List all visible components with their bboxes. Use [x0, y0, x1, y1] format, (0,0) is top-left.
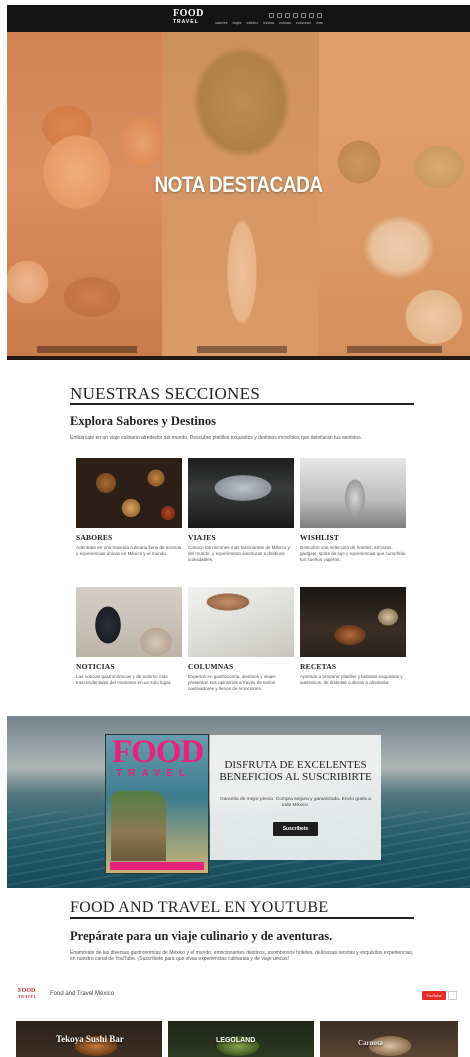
subscribe-title: DISFRUTA DE EXCELENTES BENEFICIOS AL SUS… — [219, 759, 372, 783]
youtube-description: Enamórate de las diversas gastronomías d… — [70, 950, 414, 963]
card-text: Conoce los rincones más fascinantes de M… — [188, 545, 290, 562]
magazine-title: FOOD — [112, 734, 204, 770]
magazine-cover-image — [111, 791, 166, 861]
subscribe-box: DISFRUTA DE EXCELENTES BENEFICIOS AL SUS… — [210, 735, 381, 860]
card-image[interactable] — [76, 587, 182, 657]
sections-divider — [70, 403, 414, 405]
magazine-cover[interactable]: FOOD TRAVEL — [105, 734, 209, 874]
nav-link-viajes[interactable]: viajes — [232, 21, 241, 25]
section-card-sabores[interactable]: SABORES Adéntrate en una travesía culina… — [76, 458, 182, 557]
card-title[interactable]: RECETAS — [300, 662, 406, 671]
sections-subheading: Explora Sabores y Destinos — [70, 414, 216, 428]
card-text: Las noticias gastronómicas y de turismo … — [76, 674, 172, 685]
youtube-subscribe-button[interactable]: YouTube — [422, 991, 446, 1000]
video-thumbnail-2[interactable]: LEGOLAND — [168, 1021, 314, 1057]
hero-caption-3[interactable] — [347, 346, 442, 353]
nav-link-sabores[interactable]: sabores — [215, 21, 227, 25]
search-icon[interactable] — [317, 13, 322, 18]
channel-logo[interactable]: FOOD TRAVEL — [18, 988, 42, 1000]
nav-links: sabores viajes wishlist recetas noticias… — [215, 21, 323, 25]
card-image[interactable] — [300, 587, 406, 657]
magazine-subtitle: TRAVEL — [116, 768, 192, 779]
hero-bottom-strip — [7, 356, 470, 360]
hero-caption-2[interactable] — [197, 346, 287, 353]
facebook-icon[interactable] — [269, 13, 274, 18]
logo-sub-text: TRAVEL — [173, 19, 199, 25]
card-title[interactable]: WISHLIST — [300, 533, 406, 542]
youtube-channel-bar: FOOD TRAVEL Food and Travel México YouTu… — [7, 983, 470, 1005]
pinterest-icon[interactable] — [309, 13, 314, 18]
card-image[interactable] — [76, 458, 182, 528]
hero-caption-1[interactable] — [37, 346, 137, 353]
sections-heading: NUESTRAS SECCIONES — [70, 384, 261, 403]
video-thumbnail-label: Tekoya Sushi Bar — [56, 1034, 124, 1044]
featured-hero: NOTA DESTACADA — [7, 32, 470, 360]
sections-description: Embárcate en un viaje culinario alrededo… — [70, 435, 363, 441]
caption-text — [347, 346, 442, 350]
social-icons — [269, 13, 322, 18]
nav-link-wishlist[interactable]: wishlist — [246, 21, 257, 25]
section-card-recetas[interactable]: RECETAS Aprende a preparar platillos y b… — [300, 587, 406, 686]
channel-logo-sub: TRAVEL — [18, 994, 38, 999]
video-thumbnail-label: Carnota — [358, 1039, 383, 1047]
subscribe-description: Garantía de mejor precio. Compra segura … — [220, 797, 371, 808]
video-thumbnail-3[interactable]: Carnota — [320, 1021, 458, 1057]
card-text: Expertos en gastronomía, destinos y viaj… — [188, 674, 276, 691]
youtube-heading: FOOD AND TRAVEL EN YOUTUBE — [70, 899, 329, 916]
instagram-icon[interactable] — [277, 13, 282, 18]
caption-text — [197, 346, 287, 350]
card-text: Aprende a preparar platillos y bebidas e… — [300, 674, 403, 685]
caption-text — [37, 346, 137, 350]
magazine-footer-band — [110, 862, 204, 870]
card-image[interactable] — [188, 458, 294, 528]
site-logo[interactable]: FOOD TRAVEL — [173, 9, 204, 27]
section-card-viajes[interactable]: VIAJES Conoce los rincones más fascinant… — [188, 458, 294, 563]
youtube-icon[interactable] — [293, 13, 298, 18]
youtube-divider — [70, 917, 414, 919]
video-thumbnail-1[interactable]: Tekoya Sushi Bar — [16, 1021, 162, 1057]
card-image[interactable] — [188, 587, 294, 657]
nav-link-columnas[interactable]: columnas — [296, 21, 311, 25]
card-title[interactable]: SABORES — [76, 533, 182, 542]
top-navigation-bar: FOOD TRAVEL sabores viajes wishlist rece… — [7, 5, 470, 32]
card-title[interactable]: VIAJES — [188, 533, 294, 542]
card-text: Descubre una selección de hoteles, artíc… — [300, 545, 406, 562]
hero-title: NOTA DESTACADA — [154, 172, 323, 197]
nav-link-recetas[interactable]: recetas — [263, 21, 274, 25]
card-text: Adéntrate en una travesía culinaria llen… — [76, 545, 182, 556]
card-image[interactable] — [300, 458, 406, 528]
tiktok-icon[interactable] — [301, 13, 306, 18]
video-thumbnail-label: LEGOLAND — [216, 1037, 256, 1044]
section-card-noticias[interactable]: NOTICIAS Las noticias gastronómicas y de… — [76, 587, 182, 686]
subscribe-button[interactable]: Suscríbete — [273, 822, 318, 836]
card-title[interactable]: NOTICIAS — [76, 662, 182, 671]
subscription-banner: FOOD TRAVEL DISFRUTA DE EXCELENTES BENEF… — [7, 716, 470, 888]
subscriber-count-badge — [448, 991, 457, 1000]
nav-link-more[interactable]: más — [316, 21, 323, 25]
nav-link-noticias[interactable]: noticias — [279, 21, 291, 25]
card-title[interactable]: COLUMNAS — [188, 662, 294, 671]
section-card-columnas[interactable]: COLUMNAS Expertos en gastronomía, destin… — [188, 587, 294, 692]
youtube-subheading: Prepárate para un viaje culinario y de a… — [70, 929, 333, 943]
channel-name[interactable]: Food and Travel México — [50, 991, 114, 997]
twitter-icon[interactable] — [285, 13, 290, 18]
section-card-wishlist[interactable]: WISHLIST Descubre una selección de hotel… — [300, 458, 406, 563]
